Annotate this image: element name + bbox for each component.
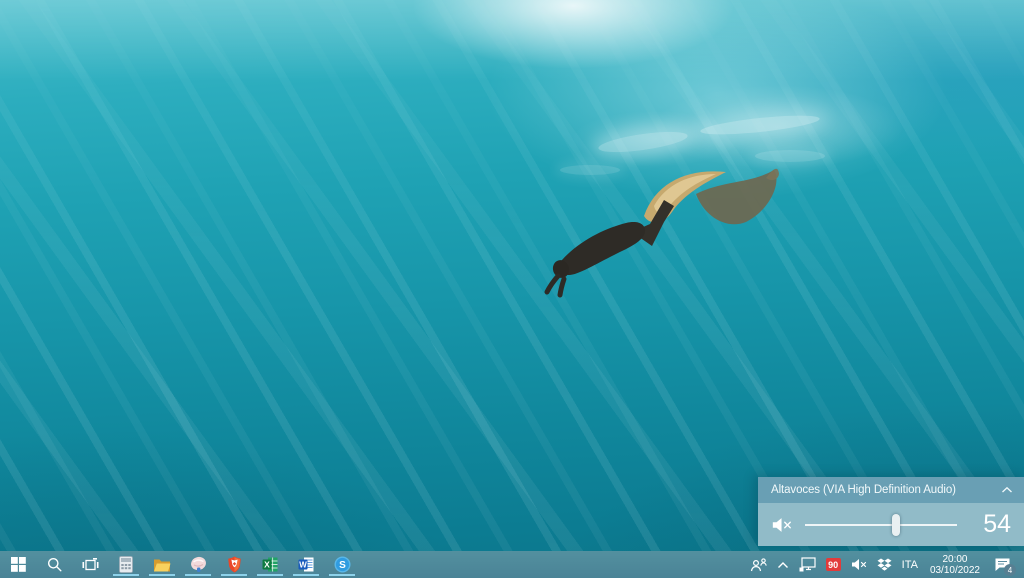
speaker-muted-icon[interactable] <box>771 515 793 535</box>
calculator-icon <box>119 556 133 573</box>
tray-badge-90[interactable]: 90 <box>821 551 846 578</box>
clock-date: 03/10/2022 <box>930 565 980 576</box>
people-button[interactable] <box>745 551 772 578</box>
dropbox-icon <box>877 558 892 572</box>
audio-device-name: Altavoces (VIA High Definition Audio) <box>771 484 956 496</box>
taskbar-app-brave[interactable] <box>216 551 252 578</box>
language-code: ITA <box>902 559 918 571</box>
task-view-icon <box>82 558 99 572</box>
show-hidden-icons-button[interactable] <box>772 551 794 578</box>
clock-time: 20:00 <box>942 554 967 565</box>
volume-slider[interactable] <box>805 514 957 536</box>
running-indicator <box>257 574 283 576</box>
people-icon <box>750 558 767 572</box>
language-indicator[interactable]: ITA <box>897 551 923 578</box>
svg-text:W: W <box>299 560 307 569</box>
taskbar-app-excel[interactable]: X <box>252 551 288 578</box>
svg-text:S: S <box>339 560 346 571</box>
volume-value: 54 <box>971 510 1011 539</box>
volume-flyout-body: 54 <box>758 503 1024 546</box>
action-center-button[interactable]: 4 <box>987 551 1020 578</box>
chevron-up-icon[interactable] <box>1001 486 1013 494</box>
task-view-button[interactable] <box>72 551 108 578</box>
volume-slider-thumb[interactable] <box>892 514 900 536</box>
running-indicator <box>185 574 211 576</box>
notification-count-badge: 4 <box>1004 564 1016 576</box>
start-button[interactable] <box>0 551 36 578</box>
dropbox-button[interactable] <box>872 551 897 578</box>
desktop: Altavoces (VIA High Definition Audio) 54 <box>0 0 1024 578</box>
skype-icon: S <box>334 556 351 573</box>
search-button[interactable] <box>36 551 72 578</box>
volume-flyout: Altavoces (VIA High Definition Audio) 54 <box>758 477 1024 546</box>
volume-flyout-header: Altavoces (VIA High Definition Audio) <box>758 477 1024 503</box>
file-explorer-icon <box>153 557 171 572</box>
red-90-badge: 90 <box>826 558 841 571</box>
ethernet-network-icon <box>799 557 816 572</box>
taskbar-app-file-explorer[interactable] <box>144 551 180 578</box>
speaker-muted-icon <box>851 558 867 571</box>
taskbar-app-word[interactable]: W <box>288 551 324 578</box>
volume-slider-track[interactable] <box>805 524 957 526</box>
system-tray: 90 <box>745 551 1024 578</box>
svg-text:X: X <box>264 559 270 569</box>
chevron-up-icon <box>777 561 789 569</box>
pink-round-app-icon <box>190 556 207 573</box>
freediver-illustration <box>528 128 798 298</box>
network-button[interactable] <box>794 551 821 578</box>
search-icon <box>47 557 62 572</box>
running-indicator <box>329 574 355 576</box>
taskbar-app-calculator[interactable] <box>108 551 144 578</box>
taskbar: X W S <box>0 551 1024 578</box>
running-indicator <box>221 574 247 576</box>
taskbar-app-pink-round-app[interactable] <box>180 551 216 578</box>
brave-browser-icon <box>227 556 242 573</box>
running-indicator <box>113 574 139 576</box>
running-indicator <box>149 574 175 576</box>
windows-logo-icon <box>11 557 26 572</box>
tray-volume-button[interactable] <box>846 551 872 578</box>
clock[interactable]: 20:00 03/10/2022 <box>923 551 987 578</box>
taskbar-app-skype[interactable]: S <box>324 551 360 578</box>
excel-icon: X <box>262 557 278 572</box>
word-icon: W <box>298 557 314 572</box>
running-indicator <box>293 574 319 576</box>
